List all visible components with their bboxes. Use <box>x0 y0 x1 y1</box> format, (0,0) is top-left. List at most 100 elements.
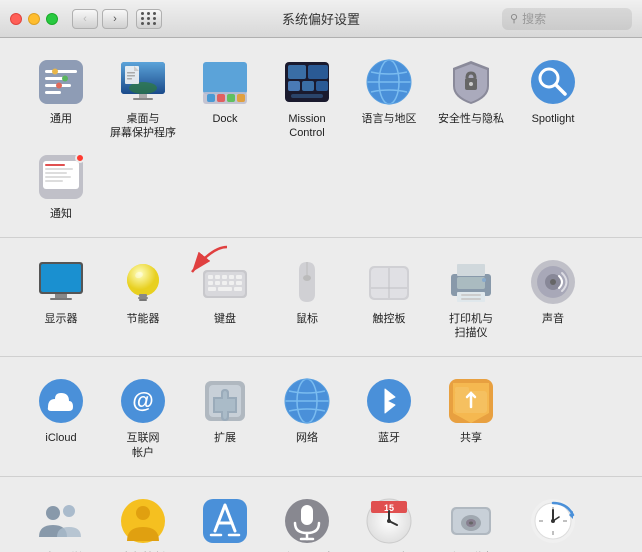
language-label: 语言与地区 <box>362 112 417 126</box>
printer-icon <box>445 256 497 308</box>
system-icons-row: 用户与群组 家长控制 <box>20 491 622 552</box>
section-personal: 通用 <box>0 38 642 238</box>
icon-item-dock[interactable]: Dock <box>184 52 266 132</box>
network-label: 网络 <box>296 431 318 445</box>
sharing-label: 共享 <box>460 431 482 445</box>
personal-icons-row: 通用 <box>20 52 622 227</box>
dictation-icon <box>281 495 333 547</box>
icon-item-appstore[interactable]: App Store <box>184 491 266 552</box>
keyboard-label: 键盘 <box>214 312 236 326</box>
spotlight-icon <box>527 56 579 108</box>
icon-item-sharing[interactable]: ⚠ 共享 <box>430 371 512 451</box>
datetime-icon: 15 <box>363 495 415 547</box>
icon-item-timemachine[interactable]: Time Machine <box>512 491 594 552</box>
internet-label: 互联网帐户 <box>127 431 160 460</box>
back-button[interactable]: ‹ <box>72 9 98 29</box>
icon-item-desktop[interactable]: 桌面与屏幕保护程序 <box>102 52 184 147</box>
icon-item-icloud[interactable]: iCloud <box>20 371 102 451</box>
icon-item-energy[interactable]: 节能器 <box>102 252 184 332</box>
main-content: 通用 <box>0 38 642 552</box>
minimize-button[interactable] <box>28 13 40 25</box>
dock-label: Dock <box>212 112 237 126</box>
icon-item-network[interactable]: 网络 <box>266 371 348 451</box>
icon-item-notification[interactable]: 通知 <box>20 147 102 227</box>
language-icon <box>363 56 415 108</box>
desktop-icon <box>117 56 169 108</box>
printer-label: 打印机与扫描仪 <box>449 312 493 341</box>
maximize-button[interactable] <box>46 13 58 25</box>
security-icon <box>445 56 497 108</box>
sound-icon <box>527 256 579 308</box>
trackpad-icon <box>363 256 415 308</box>
section-hardware: 显示器 <box>0 238 642 358</box>
display-icon <box>35 256 87 308</box>
startup-icon <box>445 495 497 547</box>
hardware-icons-row: 显示器 <box>20 252 622 347</box>
notification-icon <box>35 151 87 203</box>
icon-item-internet[interactable]: @ 互联网帐户 <box>102 371 184 466</box>
window-title: 系统偏好设置 <box>282 9 360 28</box>
icon-item-printer[interactable]: 打印机与扫描仪 <box>430 252 512 347</box>
bluetooth-label: 蓝牙 <box>378 431 400 445</box>
notification-label: 通知 <box>50 207 72 221</box>
desktop-label: 桌面与屏幕保护程序 <box>110 112 176 141</box>
mission-label: MissionControl <box>288 112 325 141</box>
extensions-label: 扩展 <box>214 431 236 445</box>
icon-item-display[interactable]: 显示器 <box>20 252 102 332</box>
icon-item-extensions[interactable]: 扩展 <box>184 371 266 451</box>
icon-item-spotlight[interactable]: Spotlight <box>512 52 594 132</box>
internet-icons-row: iCloud @ 互联网帐户 <box>20 371 622 466</box>
users-icon <box>35 495 87 547</box>
icon-item-datetime[interactable]: 15 日期与时间 <box>348 491 430 552</box>
network-icon <box>281 375 333 427</box>
icloud-label: iCloud <box>45 431 76 445</box>
keyboard-icon <box>199 256 251 308</box>
icon-item-trackpad[interactable]: 触控板 <box>348 252 430 332</box>
svg-text:@: @ <box>132 388 153 413</box>
icon-item-users[interactable]: 用户与群组 <box>20 491 102 552</box>
icon-item-bluetooth[interactable]: 蓝牙 <box>348 371 430 451</box>
search-placeholder: 搜索 <box>522 10 546 27</box>
bluetooth-icon <box>363 375 415 427</box>
section-system: 用户与群组 家长控制 <box>0 477 642 552</box>
icon-item-sound[interactable]: 声音 <box>512 252 594 332</box>
general-icon <box>35 56 87 108</box>
icon-item-mouse[interactable]: 鼠标 <box>266 252 348 332</box>
nav-buttons: ‹ › <box>72 9 128 29</box>
section-internet: iCloud @ 互联网帐户 <box>0 357 642 477</box>
mission-icon <box>281 56 333 108</box>
timemachine-icon <box>527 495 579 547</box>
icon-item-dictation[interactable]: 听写与语音 <box>266 491 348 552</box>
icon-item-mission[interactable]: MissionControl <box>266 52 348 147</box>
icon-item-language[interactable]: 语言与地区 <box>348 52 430 132</box>
grid-view-button[interactable] <box>136 9 162 29</box>
forward-button[interactable]: › <box>102 9 128 29</box>
general-label: 通用 <box>50 112 72 126</box>
icon-item-security[interactable]: 安全性与隐私 <box>430 52 512 132</box>
trackpad-label: 触控板 <box>373 312 406 326</box>
spotlight-label: Spotlight <box>532 112 575 126</box>
sound-label: 声音 <box>542 312 564 326</box>
parental-icon <box>117 495 169 547</box>
sharing-icon: ⚠ <box>445 375 497 427</box>
icon-item-parental[interactable]: 家长控制 <box>102 491 184 552</box>
appstore-icon <box>199 495 251 547</box>
icloud-icon <box>35 375 87 427</box>
close-button[interactable] <box>10 13 22 25</box>
icon-item-general[interactable]: 通用 <box>20 52 102 132</box>
display-label: 显示器 <box>45 312 78 326</box>
dock-icon <box>199 56 251 108</box>
mouse-icon <box>281 256 333 308</box>
title-bar: ‹ › 系统偏好设置 ⚲ 搜索 <box>0 0 642 38</box>
notification-badge <box>75 153 85 163</box>
extensions-icon <box>199 375 251 427</box>
mouse-label: 鼠标 <box>296 312 318 326</box>
traffic-lights <box>10 13 58 25</box>
energy-icon <box>117 256 169 308</box>
internet-icon: @ <box>117 375 169 427</box>
energy-label: 节能器 <box>127 312 160 326</box>
security-label: 安全性与隐私 <box>438 112 504 126</box>
search-bar[interactable]: ⚲ 搜索 <box>502 8 632 30</box>
icon-item-startup[interactable]: 启动磁盘 <box>430 491 512 552</box>
icon-item-keyboard[interactable]: 键盘 <box>184 252 266 332</box>
